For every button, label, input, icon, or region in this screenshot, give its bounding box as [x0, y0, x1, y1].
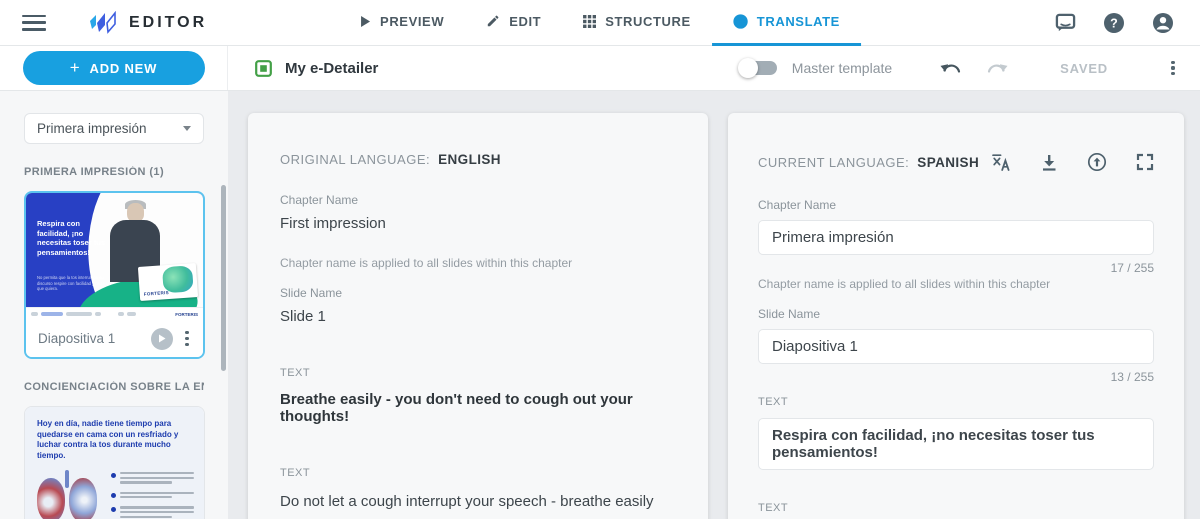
- chapter-name-counter: 17 / 255: [1110, 261, 1154, 275]
- document-title-group: My e-Detailer: [255, 60, 378, 77]
- chevron-down-icon: [183, 126, 191, 131]
- top-bar: Editor PREVIEW EDIT STRUCTURE: [0, 0, 1200, 46]
- play-icon: [360, 15, 371, 28]
- globe-icon: [733, 13, 748, 29]
- app-title: Editor: [129, 13, 208, 31]
- slide-thumbnail-1: Respira con facilidad, ¡no necesitas tos…: [26, 193, 203, 307]
- document-title: My e-Detailer: [285, 59, 379, 77]
- content-area: Primera impresión PRIMERA IMPRESIÓN (1) …: [0, 91, 1200, 519]
- logo-icon: [88, 10, 118, 35]
- toolbar-right: Master template SAVED: [737, 58, 1180, 78]
- current-language-label: CURRENT LANGUAGE:: [758, 154, 910, 170]
- tab-preview[interactable]: PREVIEW: [339, 0, 465, 46]
- text-field-value: Breathe easily - you don't need to cough…: [280, 391, 633, 425]
- slides-sidebar: Primera impresión PRIMERA IMPRESIÓN (1) …: [0, 91, 228, 519]
- profile-icon[interactable]: [1152, 12, 1174, 34]
- translate-workspace: ORIGINAL LANGUAGE: ENGLISH Chapter Name …: [228, 91, 1200, 519]
- chapter-name-label: Chapter Name: [280, 193, 359, 207]
- text-field-label: TEXT: [758, 396, 789, 408]
- topbar-actions: ?: [1055, 12, 1174, 34]
- download-icon[interactable]: [1040, 153, 1058, 172]
- original-language-panel: ORIGINAL LANGUAGE: ENGLISH Chapter Name …: [248, 113, 708, 519]
- pencil-icon: [486, 14, 500, 28]
- slide-name-label: Slide Name: [758, 307, 821, 321]
- chapter-name-value: First impression: [280, 215, 386, 232]
- app-logo: Editor: [88, 10, 208, 35]
- slide-card-1[interactable]: Respira con facilidad, ¡no necesitas tos…: [24, 191, 205, 359]
- slide-name-input[interactable]: Diapositiva 1: [758, 329, 1154, 364]
- help-icon[interactable]: ?: [1103, 12, 1125, 34]
- current-language-value: SPANISH: [917, 154, 980, 170]
- chapter-name-input[interactable]: Primera impresión: [758, 220, 1154, 255]
- slide-caption: Diapositiva 1: [38, 331, 116, 346]
- document-toolbar: + ADD NEW My e-Detailer Master template: [0, 46, 1200, 91]
- text-field-label: TEXT: [758, 502, 789, 514]
- chat-icon[interactable]: [1055, 12, 1076, 33]
- svg-text:?: ?: [1110, 16, 1118, 30]
- tab-structure[interactable]: STRUCTURE: [562, 0, 712, 46]
- section-title-1: PRIMERA IMPRESIÓN (1): [24, 166, 165, 178]
- fullscreen-icon[interactable]: [1136, 153, 1154, 171]
- text-field-label: TEXT: [280, 367, 311, 379]
- chapter-name-hint: Chapter name is applied to all slides wi…: [758, 277, 1051, 291]
- redo-icon[interactable]: [986, 61, 1008, 76]
- text-field-value: Do not let a cough interrupt your speech…: [280, 493, 654, 510]
- slide-thumbnail-2: Hoy en día, nadie tiene tiempo para qued…: [25, 407, 204, 519]
- text-field-label: TEXT: [280, 467, 311, 479]
- chapter-dropdown-value: Primera impresión: [37, 121, 147, 136]
- add-new-button[interactable]: + ADD NEW: [22, 51, 205, 85]
- slide-name-value: Slide 1: [280, 308, 326, 325]
- more-options-icon[interactable]: [1166, 60, 1180, 76]
- original-language-value: ENGLISH: [438, 152, 501, 167]
- mode-tabs: PREVIEW EDIT STRUCTURE TRANSLATE: [339, 0, 861, 46]
- document-icon: [255, 59, 272, 77]
- chapter-dropdown[interactable]: Primera impresión: [24, 113, 204, 144]
- toolbar-left: + ADD NEW: [0, 46, 228, 90]
- section-title-2: CONCIENCIACIÓN SOBRE LA ENFERME...: [24, 381, 204, 393]
- grid-icon: [583, 14, 597, 28]
- tab-edit[interactable]: EDIT: [465, 0, 562, 46]
- text-translation-input[interactable]: Respira con facilidad, ¡no necesitas tos…: [758, 418, 1154, 470]
- chapter-name-hint: Chapter name is applied to all slides wi…: [280, 256, 573, 270]
- slide-play-icon[interactable]: [151, 327, 173, 350]
- product-box: FORTERIS: [137, 263, 199, 301]
- slide-options-icon[interactable]: [180, 331, 194, 346]
- slide-card-2[interactable]: Hoy en día, nadie tiene tiempo para qued…: [24, 406, 205, 519]
- slide-mini-navbar: FORTERIS: [26, 307, 203, 320]
- master-template-toggle[interactable]: [737, 58, 777, 78]
- menu-icon[interactable]: [22, 14, 46, 31]
- slide-name-counter: 13 / 255: [1110, 370, 1154, 384]
- translation-panel: CURRENT LANGUAGE: SPANISH Chapter Name P…: [728, 113, 1184, 519]
- plus-icon: +: [69, 58, 81, 77]
- slide-name-label: Slide Name: [280, 286, 343, 300]
- lungs-illustration: [37, 470, 101, 519]
- translate-icon[interactable]: [991, 153, 1011, 172]
- undo-icon[interactable]: [940, 61, 962, 76]
- chapter-name-label: Chapter Name: [758, 198, 837, 212]
- saved-status: SAVED: [1060, 60, 1108, 76]
- upload-circle-icon[interactable]: [1087, 152, 1107, 172]
- slide-caption-row: Diapositiva 1: [26, 320, 203, 357]
- master-template-label: Master template: [791, 60, 893, 76]
- tab-translate[interactable]: TRANSLATE: [711, 0, 861, 46]
- original-language-label: ORIGINAL LANGUAGE:: [280, 152, 431, 167]
- sidebar-scrollbar[interactable]: [221, 185, 226, 371]
